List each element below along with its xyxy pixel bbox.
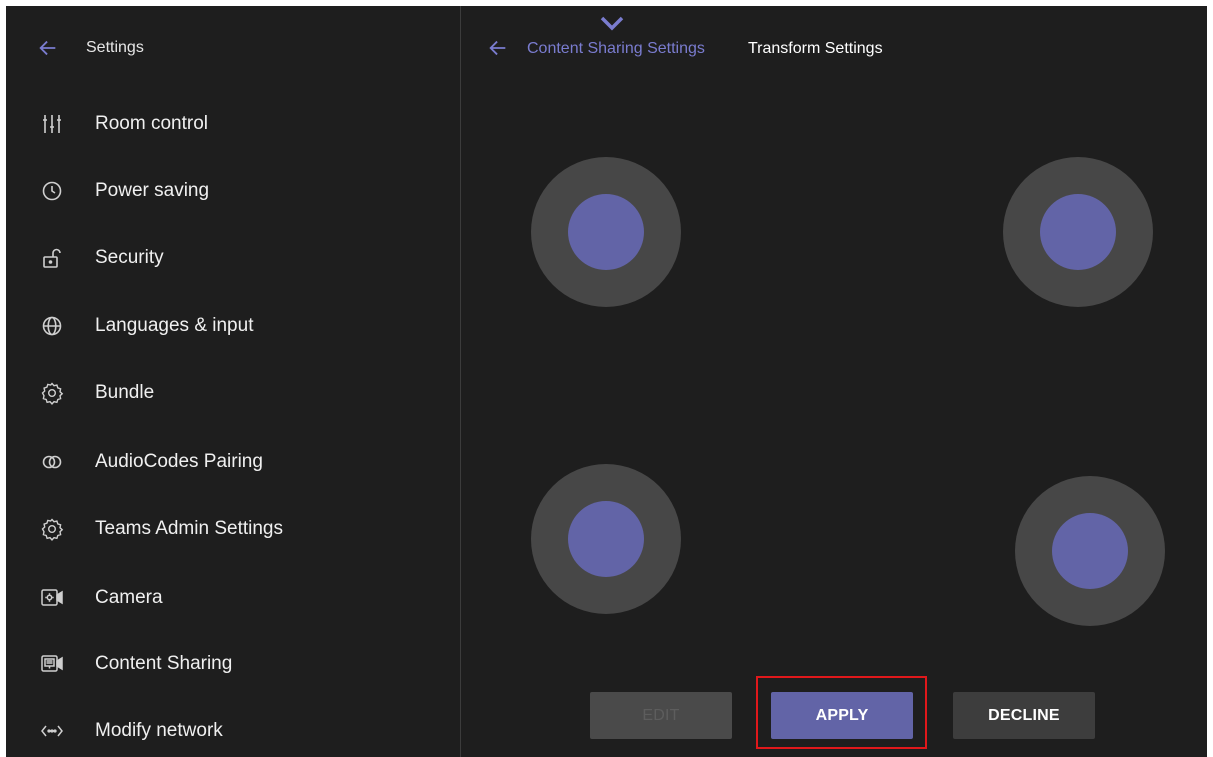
- handle-knob: [568, 194, 644, 270]
- sidebar-item-camera[interactable]: Camera: [6, 568, 460, 628]
- edit-button[interactable]: EDIT: [590, 692, 732, 739]
- gear-icon: [40, 517, 64, 541]
- handle-knob: [1052, 513, 1128, 589]
- sidebar-item-audiocodes-pairing[interactable]: AudioCodes Pairing: [6, 432, 460, 492]
- clock-icon: [40, 179, 64, 203]
- handle-knob: [1040, 194, 1116, 270]
- decline-button[interactable]: DECLINE: [953, 692, 1095, 739]
- sidebar-item-bundle[interactable]: Bundle: [6, 363, 460, 423]
- transform-handle-bottom-right[interactable]: [1015, 476, 1165, 626]
- sidebar-item-label: Camera: [95, 587, 163, 608]
- sidebar-item-security[interactable]: Security: [6, 228, 460, 288]
- camera-icon: [40, 586, 64, 610]
- sidebar-item-languages[interactable]: Languages & input: [6, 296, 460, 356]
- sidebar-item-label: Teams Admin Settings: [95, 518, 283, 539]
- back-arrow-icon[interactable]: [37, 37, 59, 59]
- sidebar-item-label: Security: [95, 247, 164, 268]
- sidebar-item-label: Bundle: [95, 382, 155, 403]
- sidebar-item-power-saving[interactable]: Power saving: [6, 161, 460, 221]
- transform-settings-panel: Content Sharing Settings Transform Setti…: [462, 6, 1207, 757]
- sidebar-item-room-control[interactable]: Room control: [6, 94, 460, 154]
- page-title: Transform Settings: [748, 40, 883, 57]
- app-window: Settings Room control Power saving Secur…: [6, 6, 1207, 757]
- back-arrow-icon[interactable]: [487, 37, 509, 59]
- sidebar-title: Settings: [86, 39, 144, 56]
- sidebar-item-label: Room control: [95, 113, 208, 134]
- sidebar-item-label: Languages & input: [95, 315, 254, 336]
- settings-sidebar: Settings Room control Power saving Secur…: [6, 6, 461, 757]
- sidebar-item-teams-admin-settings[interactable]: Teams Admin Settings: [6, 499, 460, 559]
- transform-handle-top-right[interactable]: [1003, 157, 1153, 307]
- breadcrumb-parent-link[interactable]: Content Sharing Settings: [527, 40, 705, 58]
- unlock-icon: [40, 246, 64, 270]
- apply-button[interactable]: APPLY: [771, 692, 913, 739]
- sidebar-item-content-sharing[interactable]: Content Sharing: [6, 634, 460, 694]
- transform-handle-top-left[interactable]: [531, 157, 681, 307]
- network-code-icon: [40, 719, 64, 743]
- handle-knob: [568, 501, 644, 577]
- pairing-rings-icon: [40, 450, 64, 474]
- sidebar-item-label: AudioCodes Pairing: [95, 451, 263, 472]
- sidebar-header: Settings: [6, 28, 460, 68]
- globe-icon: [40, 314, 64, 338]
- gear-icon: [40, 381, 64, 405]
- sidebar-item-label: Power saving: [95, 180, 210, 201]
- sliders-icon: [40, 112, 64, 136]
- sidebar-item-modify-network[interactable]: Modify network: [6, 701, 460, 757]
- sidebar-item-label: Modify network: [95, 720, 223, 741]
- content-camera-icon: [40, 652, 64, 676]
- sidebar-item-label: Content Sharing: [95, 653, 233, 674]
- transform-handle-bottom-left[interactable]: [531, 464, 681, 614]
- chevron-down-icon[interactable]: [598, 14, 626, 32]
